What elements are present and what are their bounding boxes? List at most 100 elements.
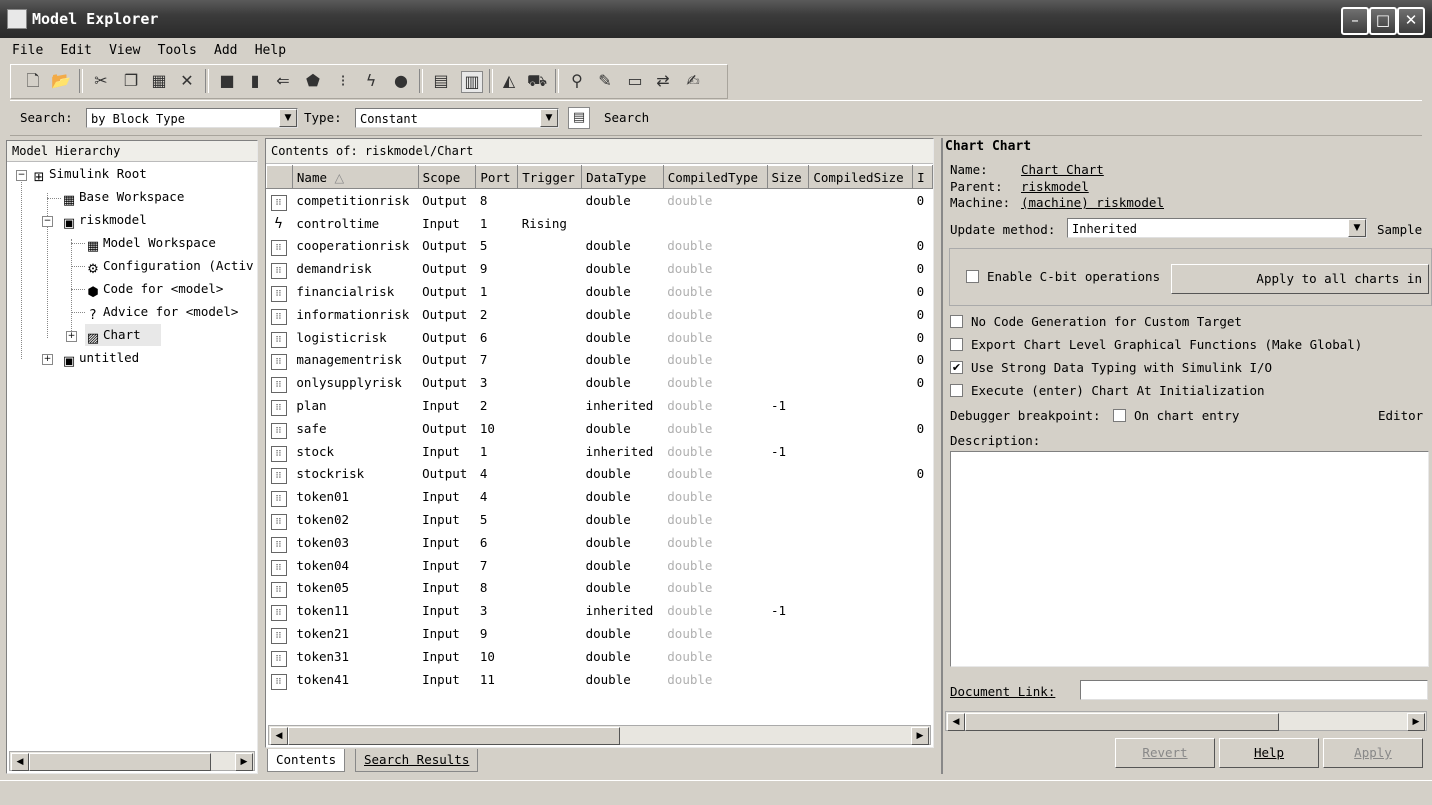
menu-file[interactable]: File bbox=[12, 43, 43, 58]
machine-link[interactable]: (machine) riskmodel bbox=[1021, 195, 1164, 210]
table-row[interactable]: ⁝⁝ managementrisk Output 7 double double 0 bbox=[267, 349, 933, 372]
no-code-generation-checkbox[interactable] bbox=[950, 315, 963, 328]
tree-node-riskmodel[interactable]: ▣ riskmodel bbox=[61, 209, 147, 231]
table-row[interactable]: ⁝⁝ informationrisk Output 2 double double 0 bbox=[267, 303, 933, 326]
table-row[interactable]: ⁝⁝ competitionrisk Output 8 double double 0 bbox=[267, 189, 933, 212]
table-row[interactable]: ⁝⁝ token11 Input 3 inherited double -1 bbox=[267, 599, 933, 622]
table-row[interactable]: ⁝⁝ token21 Input 9 double double bbox=[267, 622, 933, 645]
open-icon[interactable]: 📂 bbox=[51, 71, 71, 91]
bus-icon[interactable]: ⁝ bbox=[333, 71, 353, 91]
apply-to-all-charts-button[interactable]: Apply to all charts in bbox=[1171, 264, 1429, 294]
table-row[interactable]: ⁝⁝ safe Output 10 double double 0 bbox=[267, 417, 933, 440]
column-header-name[interactable]: Name △ bbox=[291, 165, 419, 189]
menu-edit[interactable]: Edit bbox=[61, 43, 92, 58]
table-row[interactable]: ⁝⁝ demandrisk Output 9 double double 0 bbox=[267, 257, 933, 280]
table-row[interactable]: ⁝⁝ logisticrisk Output 6 double double 0 bbox=[267, 326, 933, 349]
table-row[interactable]: ⁝⁝ token01 Input 4 double double bbox=[267, 485, 933, 508]
enable-cbit-checkbox[interactable] bbox=[966, 270, 979, 283]
strong-data-typing-checkbox[interactable]: ✔ bbox=[950, 361, 963, 374]
search-options-icon[interactable]: ▤ bbox=[568, 107, 590, 129]
chevron-down-icon[interactable]: ▼ bbox=[279, 109, 297, 127]
export-graphical-functions-checkbox[interactable] bbox=[950, 338, 963, 351]
execute-at-initialization-checkbox[interactable] bbox=[950, 384, 963, 397]
cut-icon[interactable]: ✂ bbox=[91, 71, 111, 91]
stateflow-icon[interactable]: ⛟ bbox=[527, 71, 547, 91]
description-textarea[interactable] bbox=[950, 451, 1429, 667]
table-row[interactable]: ⁝⁝ token41 Input 11 double double bbox=[267, 668, 933, 691]
apply-button[interactable]: Apply bbox=[1323, 738, 1423, 768]
column-header-initial[interactable]: I bbox=[912, 165, 933, 189]
tree-node-untitled[interactable]: ▣ untitled bbox=[61, 347, 139, 369]
scroll-right-icon[interactable]: ▶ bbox=[1407, 713, 1425, 731]
menu-add[interactable]: Add bbox=[214, 43, 237, 58]
tab-contents[interactable]: Contents bbox=[267, 749, 346, 772]
expand-icon[interactable]: + bbox=[66, 331, 77, 342]
menu-tools[interactable]: Tools bbox=[158, 43, 197, 58]
swap-icon[interactable]: ⇄ bbox=[653, 71, 673, 91]
parent-link[interactable]: riskmodel bbox=[1021, 179, 1089, 194]
help-button[interactable]: Help bbox=[1219, 738, 1319, 768]
copy-icon[interactable]: ❐ bbox=[121, 71, 141, 91]
revert-button[interactable]: Revert bbox=[1115, 738, 1215, 768]
table-row[interactable]: ⁝⁝ stockrisk Output 4 double double 0 bbox=[267, 463, 933, 486]
frame-icon[interactable]: ▭ bbox=[625, 71, 645, 91]
chevron-down-icon[interactable]: ▼ bbox=[540, 109, 558, 127]
table-row[interactable]: ⁝⁝ token04 Input 7 double double bbox=[267, 554, 933, 577]
tree-node-chart[interactable]: ▨ Chart bbox=[85, 324, 161, 346]
block-icon[interactable]: ■ bbox=[217, 71, 237, 91]
tree-node-code[interactable]: ⬢ Code for <model> bbox=[85, 278, 223, 300]
delete-icon[interactable]: ✕ bbox=[177, 71, 197, 91]
list-icon[interactable]: ▥ bbox=[461, 71, 483, 93]
search-button[interactable]: Search bbox=[604, 110, 649, 125]
column-header-size[interactable]: Size bbox=[766, 165, 810, 189]
expand-icon[interactable]: + bbox=[42, 354, 53, 365]
name-link[interactable]: Chart Chart bbox=[1021, 162, 1104, 177]
properties-horizontal-scrollbar[interactable]: ◀ ▶ bbox=[945, 711, 1427, 731]
tab-search-results[interactable]: Search Results bbox=[355, 749, 479, 772]
column-header-trigger[interactable]: Trigger bbox=[517, 165, 583, 189]
scroll-right-icon[interactable]: ▶ bbox=[911, 727, 929, 745]
on-chart-entry-checkbox[interactable] bbox=[1113, 409, 1126, 422]
port-icon[interactable]: ⇐ bbox=[273, 71, 293, 91]
scroll-thumb[interactable] bbox=[965, 713, 1279, 731]
type-dropdown[interactable]: Constant ▼ bbox=[355, 108, 559, 128]
scroll-left-icon[interactable]: ◀ bbox=[270, 727, 288, 745]
column-header-port[interactable]: Port bbox=[475, 165, 519, 189]
tree-node-simulink-root[interactable]: ⊞ Simulink Root bbox=[31, 163, 147, 185]
column-header-datatype[interactable]: DataType bbox=[581, 165, 664, 189]
tree-node-configuration[interactable]: ⚙ Configuration (Activ bbox=[85, 255, 253, 277]
new-icon[interactable]: 🗋 bbox=[23, 71, 43, 91]
simulink-icon[interactable]: ◭ bbox=[499, 71, 519, 91]
paste-icon[interactable]: ▦ bbox=[149, 71, 169, 91]
document-link-field[interactable] bbox=[1080, 680, 1428, 700]
table-row[interactable]: ⁝⁝ token31 Input 10 double double bbox=[267, 645, 933, 668]
tree-node-advice[interactable]: ? Advice for <model> bbox=[85, 301, 239, 323]
record-icon[interactable]: ● bbox=[391, 71, 411, 91]
scroll-thumb[interactable] bbox=[288, 727, 620, 745]
table-row[interactable]: ⁝⁝ cooperationrisk Output 5 double double 0 bbox=[267, 235, 933, 258]
minimize-button[interactable]: – bbox=[1341, 7, 1369, 35]
column-header-compiledtype[interactable]: CompiledType bbox=[662, 165, 768, 189]
search-icon[interactable]: ⚲ bbox=[567, 71, 587, 91]
grid-icon[interactable]: ▤ bbox=[431, 71, 451, 91]
table-row[interactable]: ⁝⁝ token02 Input 5 double double bbox=[267, 508, 933, 531]
menu-view[interactable]: View bbox=[109, 43, 140, 58]
chart-icon[interactable]: ▮ bbox=[245, 71, 265, 91]
collapse-icon[interactable]: − bbox=[42, 216, 53, 227]
search-by-dropdown[interactable]: by Block Type ▼ bbox=[86, 108, 298, 128]
table-row[interactable]: ⁝⁝ plan Input 2 inherited double -1 bbox=[267, 394, 933, 417]
scroll-left-icon[interactable]: ◀ bbox=[11, 753, 29, 771]
column-header-compiledsize[interactable]: CompiledSize bbox=[808, 165, 914, 189]
document-link-label[interactable]: Document Link: bbox=[950, 684, 1055, 699]
table-row[interactable]: ⁝⁝ token05 Input 8 double double bbox=[267, 577, 933, 600]
table-row[interactable]: ⁝⁝ stock Input 1 inherited double -1 bbox=[267, 440, 933, 463]
chevron-down-icon[interactable]: ▼ bbox=[1348, 219, 1366, 237]
close-button[interactable]: ✕ bbox=[1397, 7, 1425, 35]
hierarchy-horizontal-scrollbar[interactable]: ◀ ▶ bbox=[9, 751, 255, 771]
subsystem-icon[interactable]: ⬟ bbox=[303, 71, 323, 91]
table-row[interactable]: ⁝⁝ token03 Input 6 double double bbox=[267, 531, 933, 554]
menu-help[interactable]: Help bbox=[255, 43, 286, 58]
contents-horizontal-scrollbar[interactable]: ◀ ▶ bbox=[268, 725, 931, 745]
tree-node-model-workspace[interactable]: ▦ Model Workspace bbox=[85, 232, 216, 254]
scroll-right-icon[interactable]: ▶ bbox=[235, 753, 253, 771]
